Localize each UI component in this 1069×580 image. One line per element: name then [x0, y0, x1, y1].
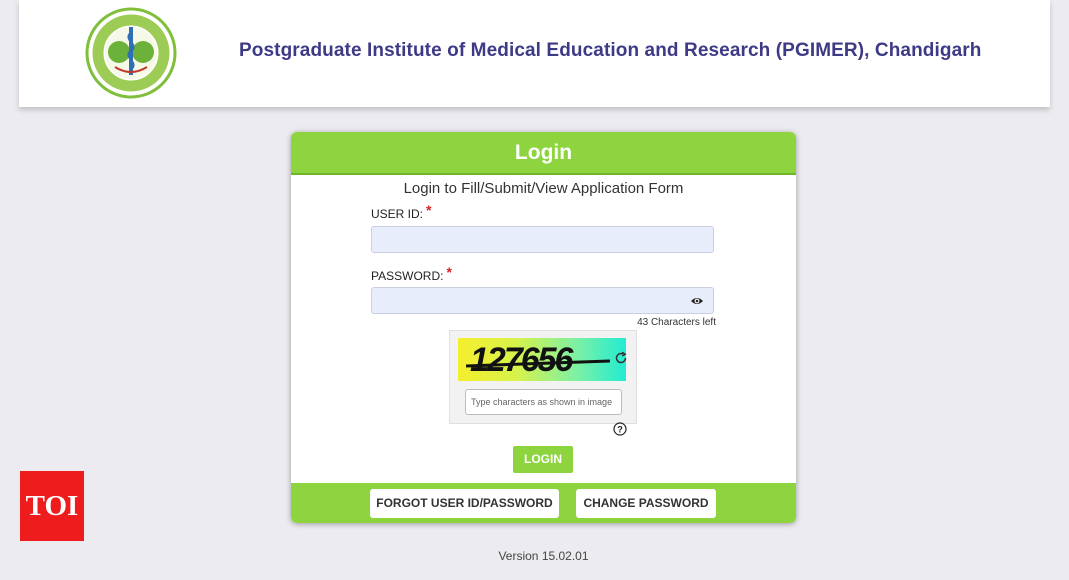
- institute-title: Postgraduate Institute of Medical Educat…: [239, 40, 982, 61]
- site-header: Postgraduate Institute of Medical Educat…: [19, 0, 1050, 107]
- login-heading: Login: [291, 132, 796, 175]
- user-id-input[interactable]: [371, 226, 714, 253]
- login-card: Login Login to Fill/Submit/View Applicat…: [291, 132, 796, 523]
- captcha-box: 127656 Type characters as shown in image: [449, 330, 637, 424]
- captcha-input[interactable]: Type characters as shown in image: [465, 389, 622, 415]
- captcha-image: 127656: [458, 338, 626, 381]
- svg-text:?: ?: [617, 424, 623, 434]
- user-id-label: USER ID: *: [371, 202, 432, 221]
- card-footer: FORGOT USER ID/PASSWORD CHANGE PASSWORD: [291, 483, 796, 523]
- required-mark: *: [446, 264, 452, 280]
- forgot-password-button[interactable]: FORGOT USER ID/PASSWORD: [370, 489, 559, 518]
- user-id-label-text: USER ID:: [371, 207, 424, 221]
- characters-left: 43 Characters left: [637, 317, 716, 328]
- change-password-button[interactable]: CHANGE PASSWORD: [576, 489, 716, 518]
- refresh-icon[interactable]: [614, 351, 628, 365]
- eye-icon[interactable]: [690, 295, 704, 307]
- toi-watermark: TOI: [20, 471, 84, 541]
- institute-logo-icon: [85, 7, 177, 99]
- required-mark: *: [426, 202, 432, 218]
- password-label: PASSWORD: *: [371, 264, 452, 283]
- password-input[interactable]: [371, 287, 714, 314]
- login-subtitle: Login to Fill/Submit/View Application Fo…: [403, 180, 684, 197]
- password-label-text: PASSWORD:: [371, 269, 444, 283]
- version-text: Version 15.02.01: [498, 549, 589, 563]
- help-icon[interactable]: ?: [613, 422, 627, 436]
- login-button[interactable]: LOGIN: [513, 446, 573, 473]
